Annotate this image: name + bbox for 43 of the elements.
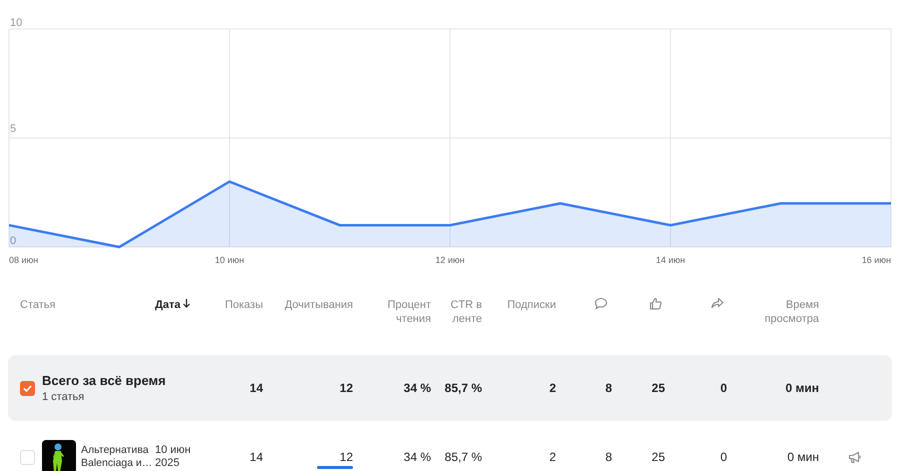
- table-cell-text: 2: [548, 450, 556, 464]
- table-cell-text: 85,7 %: [444, 450, 482, 464]
- megaphone-icon[interactable]: [848, 450, 862, 464]
- arrow-down-icon: [182, 298, 192, 308]
- check-icon: [23, 384, 32, 392]
- summary-value: 14: [248, 381, 263, 395]
- column-header[interactable]: Статья: [8, 290, 56, 312]
- thumbs-up-icon: [649, 297, 662, 310]
- table-cell-text: 25: [650, 450, 665, 464]
- column-header[interactable]: Дочитывания: [284, 290, 353, 312]
- table-cell-text: 0 мин: [786, 450, 819, 464]
- summary-value: 0 мин: [784, 381, 819, 395]
- checkbox[interactable]: [20, 380, 35, 396]
- table-cell-text: 14: [248, 450, 263, 464]
- summary-subtitle: 1 статья: [42, 391, 86, 403]
- axis-label: 10 июн: [214, 255, 244, 265]
- axis-label: 16 июн: [862, 255, 891, 265]
- column-header[interactable]: Время просмотра: [757, 290, 819, 326]
- comment-icon: [594, 297, 608, 310]
- column-header[interactable]: Дата: [155, 290, 192, 312]
- article-title[interactable]: Альтернатива Balenciaga и…: [81, 444, 155, 470]
- table-cell: 12: [340, 450, 353, 464]
- table-cell-text: 34 %: [402, 450, 431, 464]
- axis-label: 10: [10, 17, 22, 29]
- axis-label: 14 июн: [656, 255, 686, 265]
- summary-value: 0: [719, 381, 727, 395]
- summary-value: 25: [650, 381, 665, 395]
- summary-value: 85,7 %: [444, 381, 482, 395]
- share-icon: [711, 297, 724, 309]
- summary-value: 12: [338, 381, 353, 395]
- column-header[interactable]: Процент чтения: [381, 290, 431, 326]
- column-header[interactable]: Показы: [224, 290, 263, 312]
- summary-title: Всего за всё время: [42, 373, 167, 388]
- column-header[interactable]: Подписки: [507, 290, 556, 312]
- column-header[interactable]: CTR в ленте: [438, 290, 482, 326]
- summary-value: 8: [604, 381, 612, 395]
- summary-value: 2: [548, 381, 556, 395]
- summary-value: 34 %: [402, 381, 431, 395]
- table-cell-text: 0: [719, 450, 727, 464]
- article-date: 10 июн 2025: [155, 444, 192, 470]
- table-cell-text: 8: [604, 450, 612, 464]
- axis-label: 08 июн: [9, 255, 38, 265]
- axis-label: 12 июн: [435, 255, 465, 265]
